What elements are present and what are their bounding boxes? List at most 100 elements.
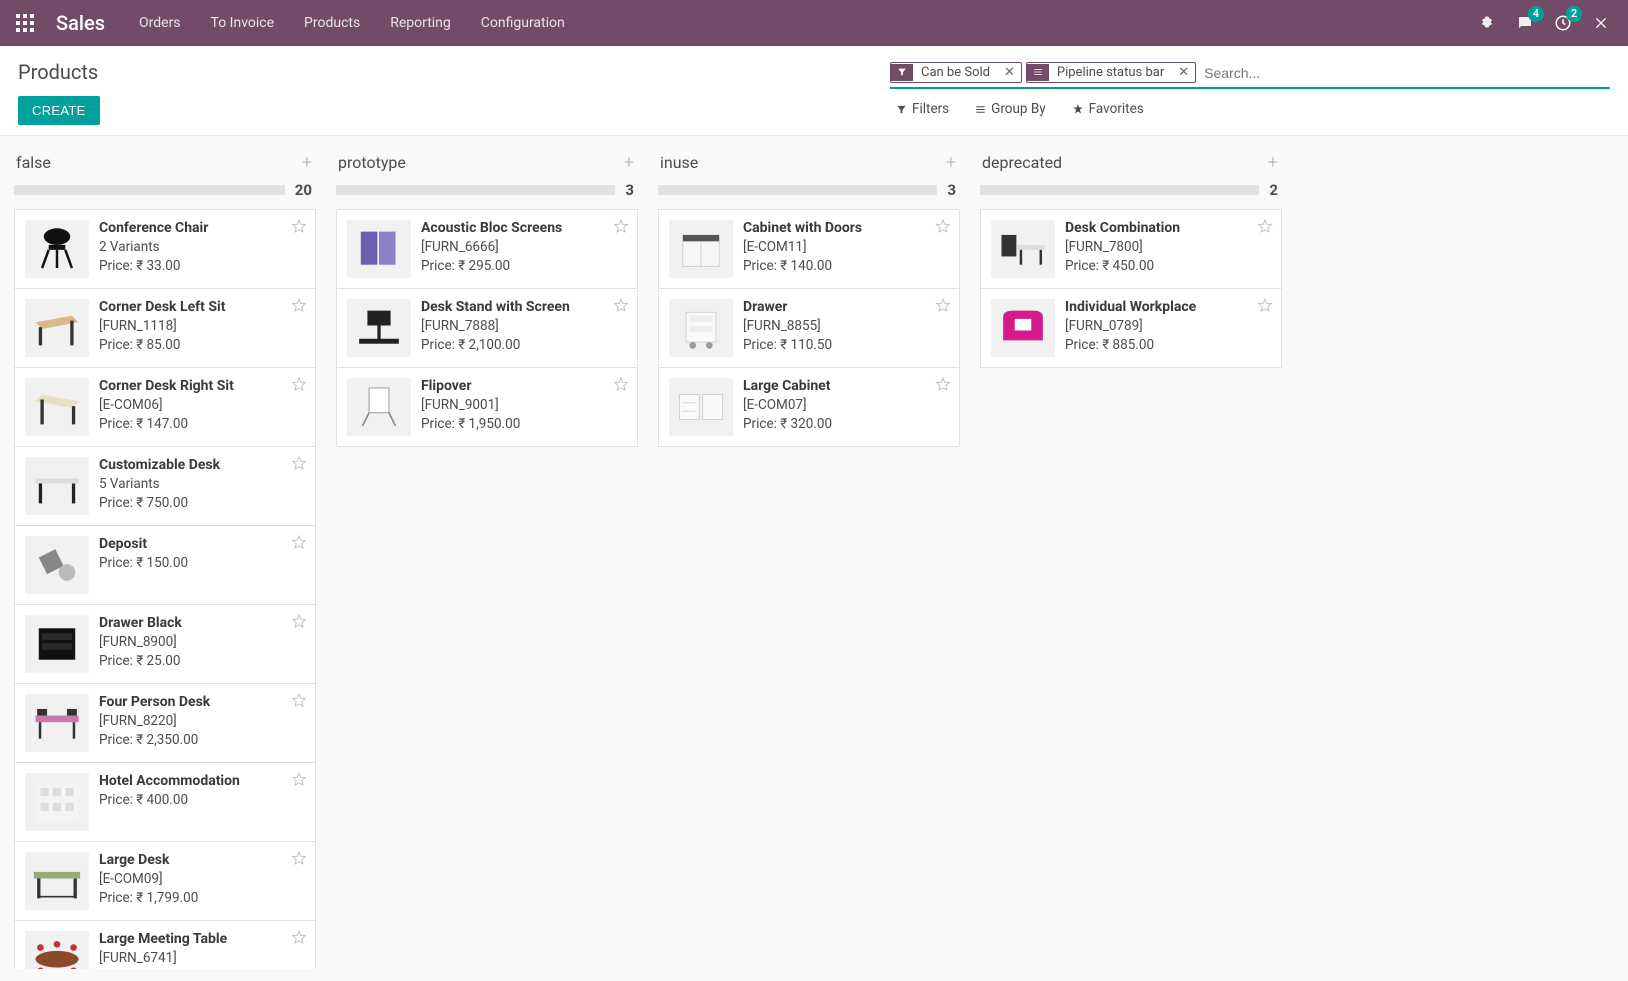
priority-star-icon[interactable]	[291, 376, 307, 396]
kanban-progress-bar[interactable]	[336, 185, 615, 195]
facet-remove-icon[interactable]: ✕	[998, 65, 1021, 80]
kanban-card[interactable]: Cabinet with Doors[E-COM11]Price: ₹ 140.…	[658, 209, 960, 289]
priority-star-icon[interactable]	[935, 376, 951, 396]
nav-to-invoice[interactable]: To Invoice	[205, 15, 281, 31]
debug-icon[interactable]	[1476, 12, 1498, 34]
close-icon[interactable]	[1590, 12, 1612, 34]
kanban-column-header[interactable]: false+	[14, 150, 316, 181]
kanban-column: prototype+3Acoustic Bloc Screens[FURN_66…	[336, 150, 638, 447]
nav-products[interactable]: Products	[298, 15, 366, 31]
kanban-card[interactable]: Four Person Desk[FURN_8220]Price: ₹ 2,35…	[14, 683, 316, 763]
kanban-card[interactable]: Flipover[FURN_9001]Price: ₹ 1,950.00	[336, 367, 638, 447]
kanban-card[interactable]: Desk Stand with Screen[FURN_7888]Price: …	[336, 288, 638, 368]
card-title: Large Desk	[99, 852, 305, 868]
nav-configuration[interactable]: Configuration	[475, 15, 571, 31]
search-box[interactable]: Can be Sold ✕ Pipeline status bar ✕	[890, 60, 1610, 89]
facet-label: Can be Sold	[913, 63, 998, 82]
kanban-card[interactable]: Large Desk[E-COM09]Price: ₹ 1,799.00	[14, 841, 316, 921]
kanban-card[interactable]: Desk Combination[FURN_7800]Price: ₹ 450.…	[980, 209, 1282, 289]
card-title: Customizable Desk	[99, 457, 305, 473]
kanban-add-icon[interactable]: +	[946, 152, 956, 173]
priority-star-icon[interactable]	[291, 218, 307, 238]
card-title: Cabinet with Doors	[743, 220, 949, 236]
nav-orders[interactable]: Orders	[133, 15, 187, 31]
priority-star-icon[interactable]	[291, 534, 307, 554]
facet-groupby[interactable]: Pipeline status bar ✕	[1026, 62, 1196, 83]
app-brand[interactable]: Sales	[56, 11, 105, 35]
card-subtitle: [E-COM06]	[99, 397, 305, 413]
kanban-progress-bar[interactable]	[14, 185, 285, 195]
kanban-card[interactable]: Customizable Desk5 VariantsPrice: ₹ 750.…	[14, 446, 316, 526]
card-price: Price: ₹ 110.50	[743, 337, 949, 353]
card-body: Acoustic Bloc Screens[FURN_6666]Price: ₹…	[421, 220, 627, 278]
kanban-progress-bar[interactable]	[658, 185, 937, 195]
activities-icon[interactable]: 2	[1552, 12, 1574, 34]
kanban-card[interactable]: DepositPrice: ₹ 150.00	[14, 525, 316, 605]
kanban-card[interactable]: Drawer[FURN_8855]Price: ₹ 110.50	[658, 288, 960, 368]
kanban-add-icon[interactable]: +	[302, 152, 312, 173]
kanban-card[interactable]: Corner Desk Right Sit[E-COM06]Price: ₹ 1…	[14, 367, 316, 447]
product-thumbnail	[25, 220, 89, 278]
nav-reporting[interactable]: Reporting	[384, 15, 457, 31]
card-title: Flipover	[421, 378, 627, 394]
kanban-column-header[interactable]: prototype+	[336, 150, 638, 181]
priority-star-icon[interactable]	[1257, 218, 1273, 238]
facet-remove-icon[interactable]: ✕	[1172, 65, 1195, 80]
card-body: Flipover[FURN_9001]Price: ₹ 1,950.00	[421, 378, 627, 436]
facet-filter[interactable]: Can be Sold ✕	[890, 62, 1022, 83]
priority-star-icon[interactable]	[291, 613, 307, 633]
search-input[interactable]	[1200, 63, 1610, 83]
priority-star-icon[interactable]	[935, 297, 951, 317]
kanban-card[interactable]: Hotel AccommodationPrice: ₹ 400.00	[14, 762, 316, 842]
kanban-card[interactable]: Large Meeting Table[FURN_6741]	[14, 920, 316, 969]
favorites-label: Favorites	[1089, 101, 1144, 117]
kanban-card[interactable]: Individual Workplace[FURN_0789]Price: ₹ …	[980, 288, 1282, 368]
product-thumbnail	[991, 220, 1055, 278]
priority-star-icon[interactable]	[613, 297, 629, 317]
apps-icon[interactable]	[16, 14, 34, 32]
card-title: Deposit	[99, 536, 305, 552]
kanban-progress-bar[interactable]	[980, 185, 1259, 195]
navbar-right: 4 2	[1476, 12, 1612, 34]
kanban-column-header[interactable]: deprecated+	[980, 150, 1282, 181]
priority-star-icon[interactable]	[291, 929, 307, 949]
kanban-card[interactable]: Corner Desk Left Sit[FURN_1118]Price: ₹ …	[14, 288, 316, 368]
priority-star-icon[interactable]	[291, 771, 307, 791]
priority-star-icon[interactable]	[935, 218, 951, 238]
kanban-card[interactable]: Acoustic Bloc Screens[FURN_6666]Price: ₹…	[336, 209, 638, 289]
kanban-column-header[interactable]: inuse+	[658, 150, 960, 181]
priority-star-icon[interactable]	[291, 850, 307, 870]
product-thumbnail	[25, 536, 89, 594]
groupby-dropdown[interactable]: Group By	[975, 101, 1046, 117]
card-subtitle: [FURN_7888]	[421, 318, 627, 334]
card-title: Corner Desk Right Sit	[99, 378, 305, 394]
kanban-progress-row: 20	[14, 181, 316, 199]
kanban-add-icon[interactable]: +	[1268, 152, 1278, 173]
filters-label: Filters	[912, 101, 949, 117]
priority-star-icon[interactable]	[291, 692, 307, 712]
priority-star-icon[interactable]	[613, 376, 629, 396]
kanban-card[interactable]: Large Cabinet[E-COM07]Price: ₹ 320.00	[658, 367, 960, 447]
priority-star-icon[interactable]	[613, 218, 629, 238]
kanban-column: inuse+3Cabinet with Doors[E-COM11]Price:…	[658, 150, 960, 447]
favorites-dropdown[interactable]: Favorites	[1072, 101, 1144, 117]
priority-star-icon[interactable]	[291, 297, 307, 317]
kanban-card[interactable]: Conference Chair2 VariantsPrice: ₹ 33.00	[14, 209, 316, 289]
card-price: Price: ₹ 33.00	[99, 258, 305, 274]
product-thumbnail	[25, 931, 89, 969]
search-options: Filters Group By Favorites	[890, 101, 1610, 117]
kanban-cards: Cabinet with Doors[E-COM11]Price: ₹ 140.…	[658, 209, 960, 447]
filters-dropdown[interactable]: Filters	[896, 101, 949, 117]
kanban-add-icon[interactable]: +	[624, 152, 634, 173]
kanban-card[interactable]: Drawer Black[FURN_8900]Price: ₹ 25.00	[14, 604, 316, 684]
product-thumbnail	[669, 299, 733, 357]
card-subtitle: [E-COM09]	[99, 871, 305, 887]
messages-icon[interactable]: 4	[1514, 12, 1536, 34]
priority-star-icon[interactable]	[291, 455, 307, 475]
card-title: Drawer Black	[99, 615, 305, 631]
card-price: Price: ₹ 750.00	[99, 495, 305, 511]
create-button[interactable]: CREATE	[18, 96, 100, 125]
priority-star-icon[interactable]	[1257, 297, 1273, 317]
messages-badge: 4	[1528, 6, 1544, 22]
card-body: Customizable Desk5 VariantsPrice: ₹ 750.…	[99, 457, 305, 515]
